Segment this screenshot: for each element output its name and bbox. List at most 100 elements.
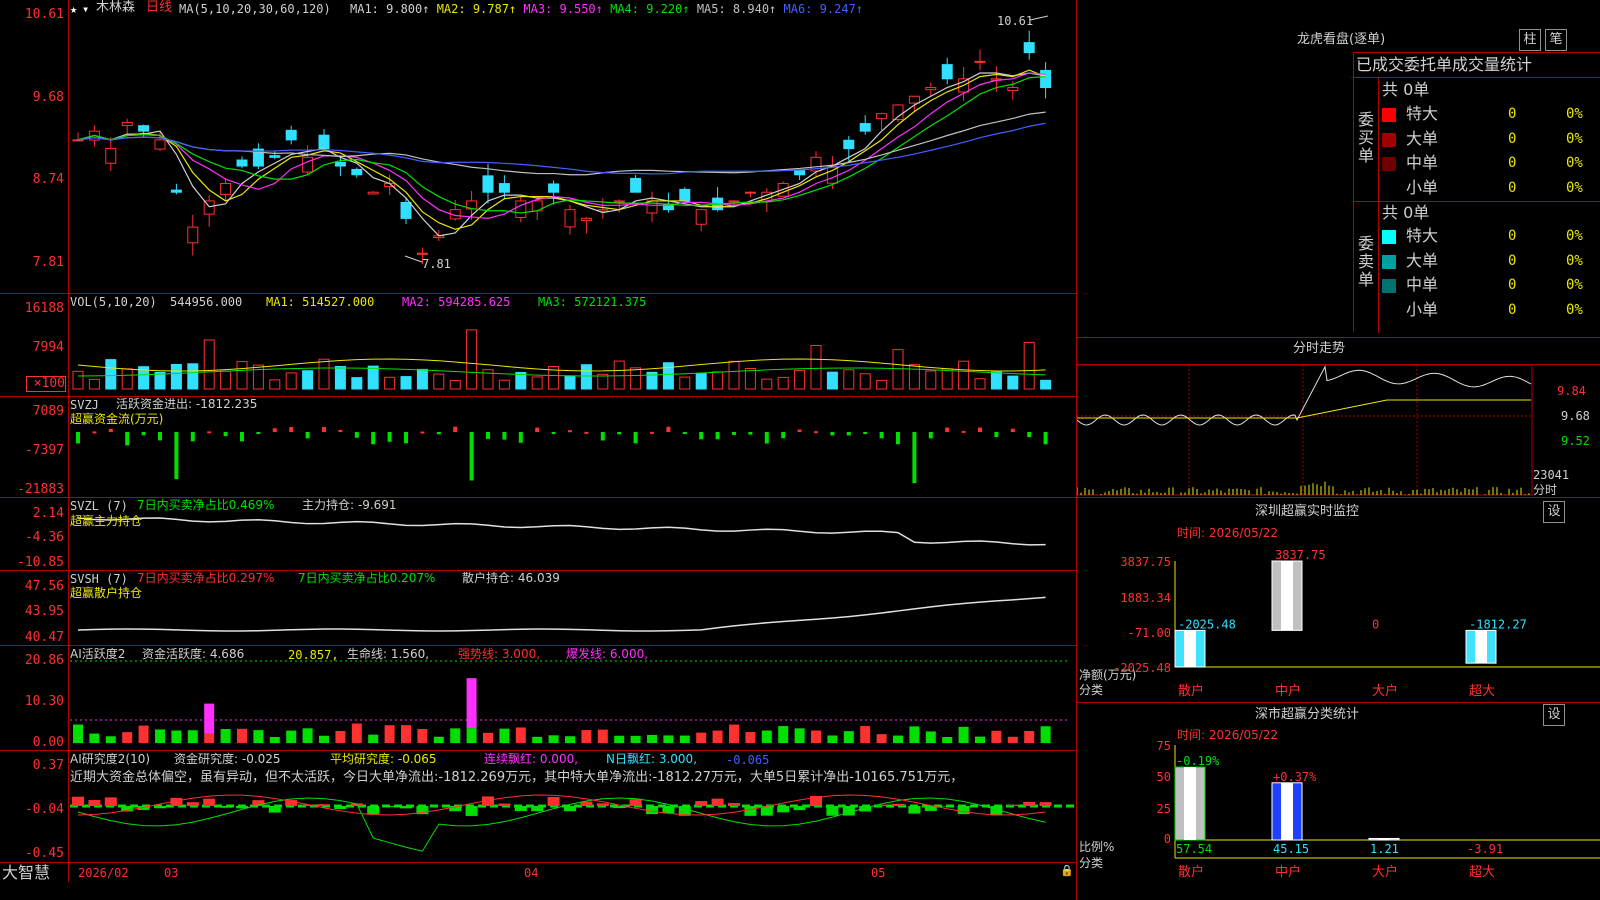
volume-bar [154,371,166,390]
candle-body [170,189,182,193]
volume-bar [220,370,232,390]
kline-panel[interactable]: ★ ▾ 木林森 日线 MA(5,10,20,30,60,120) MA1: 9.… [0,0,1077,900]
candle-body [220,182,232,195]
fund-bar [322,427,326,432]
fund-bar [978,427,982,432]
volume-bar [498,379,510,390]
stats-bar-highlight [1184,767,1196,840]
fund-bar [535,427,540,432]
research-bar [514,806,527,812]
volume-bar [613,360,625,390]
ma-value-4: MA4: 9.220↑ [610,2,697,16]
fund-bar [108,428,113,432]
candle-body [613,200,625,203]
volume-bar [334,366,346,390]
activity-bar [105,736,116,743]
fund-bar [797,429,802,432]
research-bar [728,802,740,806]
expand-icon[interactable]: ▾ [82,2,89,16]
research-bar [564,806,576,812]
fund-bar [650,431,654,434]
volume-bar [810,344,822,390]
svzl-p2: 主力持仓: -9.691 [302,498,397,512]
date-label: 04 [524,866,539,880]
activity-bar [286,730,297,743]
research-bar [498,803,511,806]
stats-change-label: -0.19% [1176,754,1220,768]
candle-body [285,129,297,141]
candle-body [416,252,428,255]
activity-bar [696,732,707,743]
volume-bar [416,368,428,390]
research-bar [1039,802,1052,806]
activity-bar [417,729,428,743]
research-bar [957,806,970,815]
fund-bar [682,432,687,434]
activity-bar [712,730,723,743]
svzj-tick: -7397 [24,443,64,458]
svsh-label: SVSH (7) [70,572,128,586]
low-pointer [404,255,423,263]
volume-bar [252,364,264,390]
fund-bar [354,432,359,438]
period-label[interactable]: 日线 [146,1,172,15]
candle-body [728,200,740,203]
ai1-tick: 20.86 [24,653,64,668]
svsh-p2: 7日内买卖净占比0.207% [298,571,436,585]
volume-bar [777,376,789,390]
volume-bar [285,372,297,390]
lock-icon[interactable]: 🔒 [1060,864,1074,878]
activity-bar [269,736,280,743]
activity-bar [761,730,772,743]
research-bar [547,797,560,806]
research-bar [203,798,216,806]
high-marker: 10.61 [997,14,1034,28]
ma-values: MA1: 9.800↑ MA2: 9.787↑ MA3: 9.550↑ MA4:… [350,2,863,16]
research-bar [400,806,412,809]
volume-bar [236,361,248,390]
stats-value-label: 45.15 [1273,842,1309,856]
fund-bar [256,432,261,434]
research-bar [662,806,675,814]
activity-bar [532,736,543,743]
research-bar [744,806,757,816]
ai1-p4: 强势线: 3.000, [458,647,541,661]
fund-bar [190,432,195,442]
vol-ma1: MA1: 514527.000 [266,295,375,309]
candle-body [187,226,199,244]
ai2-tick: 0.37 [32,758,64,773]
main-position-line [77,517,1046,546]
vol-label: VOL(5,10,20) [70,295,157,309]
fund-bar [207,431,212,434]
fund-bar [617,432,622,435]
volume-bar [1007,375,1019,390]
activity-bar [351,723,362,743]
activity-bar [778,726,789,743]
star-icon[interactable]: ★ [70,2,77,16]
activity-bar [860,726,871,743]
activity-bar [1024,730,1035,743]
fund-bar [912,432,917,484]
research-bar [531,806,544,812]
volume-bar [859,373,871,390]
svsh-p1: 7日内买卖净占比0.297% [137,571,275,585]
fund-bar [92,431,97,434]
fund-bar [781,432,786,439]
candle-body [1040,69,1052,89]
activity-bar [745,731,756,743]
svsh-tick: 43.95 [24,604,64,619]
volume-bar [892,349,904,390]
fund-bar [1043,432,1048,445]
activity-bar [401,725,411,743]
price-tick: 9.68 [32,90,64,105]
svzl-tick: -10.85 [17,555,64,570]
fund-bar [223,432,228,437]
fund-bar [830,432,835,436]
activity-bar [319,735,329,743]
research-bar [367,806,380,815]
activity-bar [843,731,854,743]
activity-bar [597,729,608,743]
vol-unit[interactable]: ×100 [26,376,66,392]
ai1-tick: 10.30 [24,694,64,709]
activity-bar [335,730,346,743]
